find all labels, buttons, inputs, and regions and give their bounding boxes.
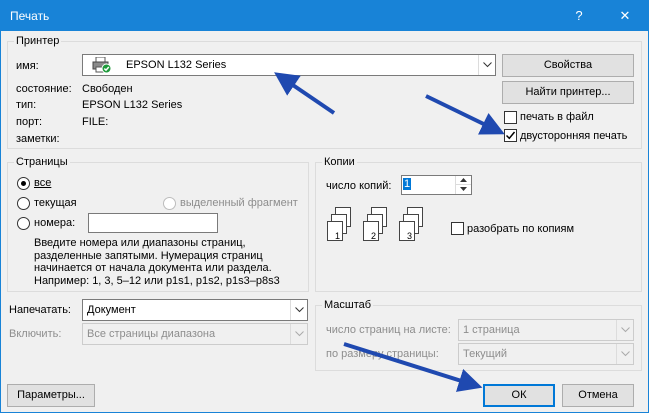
chevron-down-icon[interactable] bbox=[478, 55, 495, 75]
pages-hint: Введите номера или диапазоны страниц, ра… bbox=[34, 237, 280, 287]
collate-stack-2-number: 2 bbox=[363, 221, 379, 241]
pages-all-label[interactable]: все bbox=[34, 177, 51, 189]
scale-to-value: Текущий bbox=[463, 348, 507, 360]
copies-count-label: число копий: bbox=[326, 180, 392, 192]
print-to-file-label[interactable]: печать в файл bbox=[520, 111, 594, 123]
chevron-down-icon[interactable] bbox=[290, 300, 307, 320]
print-what-label: Напечатать: bbox=[9, 304, 71, 316]
duplex-checkbox[interactable] bbox=[504, 129, 517, 142]
close-button[interactable]: ✕ bbox=[602, 1, 648, 31]
printer-status-label: состояние: bbox=[16, 83, 72, 95]
spin-down-icon[interactable] bbox=[456, 185, 471, 194]
print-what-value: Документ bbox=[87, 304, 136, 316]
printer-name-value: EPSON L132 Series bbox=[126, 59, 227, 71]
pages-selection-radio bbox=[163, 197, 176, 210]
pages-numbers-label[interactable]: номера: bbox=[34, 217, 75, 229]
printer-group-label: Принтер bbox=[14, 35, 62, 47]
copies-count-stepper[interactable]: 1 bbox=[401, 175, 472, 195]
collate-stack-3-icon: 3 bbox=[399, 207, 429, 247]
collate-checkbox[interactable] bbox=[451, 222, 464, 235]
collate-stack-2-icon: 2 bbox=[363, 207, 393, 247]
include-combo: Все страницы диапазона bbox=[82, 323, 308, 345]
printer-ready-icon bbox=[92, 56, 112, 77]
chevron-down-icon bbox=[616, 320, 633, 340]
pages-per-sheet-label: число страниц на листе: bbox=[326, 324, 451, 336]
chevron-down-icon bbox=[616, 344, 633, 364]
printer-type-label: тип: bbox=[16, 99, 37, 111]
copies-group-label: Копии bbox=[322, 156, 357, 168]
duplex-label[interactable]: двусторонняя печать bbox=[520, 130, 627, 142]
pages-current-radio[interactable] bbox=[17, 197, 30, 210]
copies-count-value[interactable]: 1 bbox=[403, 178, 412, 190]
properties-button[interactable]: Свойства bbox=[502, 54, 634, 77]
cancel-button[interactable]: Отмена bbox=[562, 384, 634, 407]
print-dialog: Печать ? ✕ Принтер имя: EPSON L132 Serie… bbox=[0, 0, 649, 413]
ok-button[interactable]: ОК bbox=[483, 384, 555, 407]
printer-status-value: Свободен bbox=[82, 83, 133, 95]
printer-port-value: FILE: bbox=[82, 116, 109, 128]
include-value: Все страницы диапазона bbox=[87, 328, 216, 340]
collate-stack-1-number: 1 bbox=[327, 221, 343, 241]
printer-name-combo[interactable]: EPSON L132 Series bbox=[82, 54, 496, 76]
printer-port-label: порт: bbox=[16, 116, 43, 128]
collate-label[interactable]: разобрать по копиям bbox=[467, 223, 574, 235]
include-label: Включить: bbox=[9, 328, 62, 340]
printer-name-label: имя: bbox=[16, 60, 39, 72]
window-title: Печать bbox=[10, 9, 50, 23]
pages-selection-label: выделенный фрагмент bbox=[180, 197, 298, 209]
options-button[interactable]: Параметры... bbox=[7, 384, 95, 407]
scale-to-label: по размеру страницы: bbox=[326, 348, 439, 360]
pages-numbers-input[interactable] bbox=[88, 213, 218, 233]
title-bar: Печать ? ✕ bbox=[1, 1, 648, 31]
pages-group-label: Страницы bbox=[14, 156, 70, 168]
printer-notes-label: заметки: bbox=[16, 133, 60, 145]
zoom-group-label: Масштаб bbox=[322, 299, 374, 311]
scale-to-combo: Текущий bbox=[458, 343, 634, 365]
pages-per-sheet-combo: 1 страница bbox=[458, 319, 634, 341]
pages-current-label[interactable]: текущая bbox=[34, 197, 77, 209]
pages-numbers-radio[interactable] bbox=[17, 217, 30, 230]
chevron-down-icon bbox=[290, 324, 307, 344]
spin-up-icon[interactable] bbox=[456, 176, 471, 185]
find-printer-button[interactable]: Найти принтер... bbox=[502, 81, 634, 104]
pages-all-radio[interactable] bbox=[17, 177, 30, 190]
help-button[interactable]: ? bbox=[556, 1, 602, 31]
collate-stack-1-icon: 1 bbox=[327, 207, 357, 247]
printer-type-value: EPSON L132 Series bbox=[82, 99, 183, 111]
print-what-combo[interactable]: Документ bbox=[82, 299, 308, 321]
print-to-file-checkbox[interactable] bbox=[504, 111, 517, 124]
collate-stack-3-number: 3 bbox=[399, 221, 415, 241]
pages-per-sheet-value: 1 страница bbox=[463, 324, 520, 336]
